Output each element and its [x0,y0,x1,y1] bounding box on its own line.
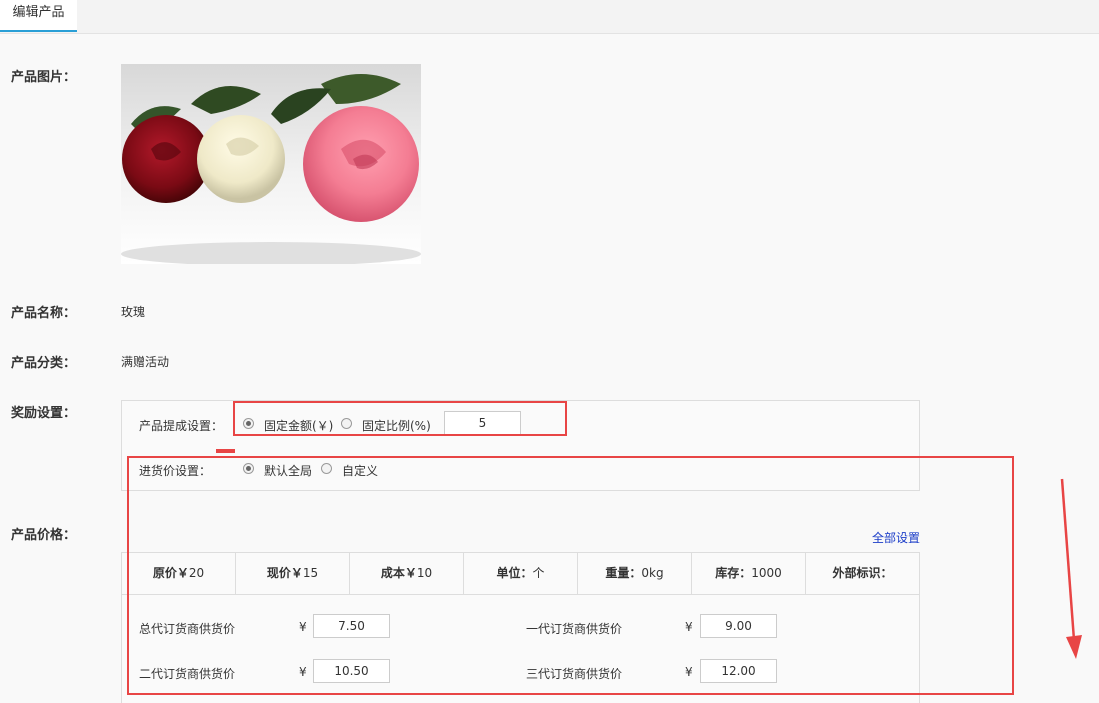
annotation-dash [216,449,235,453]
product-price-label: 产品价格： [11,528,77,543]
product-category-label: 产品分类： [11,356,77,371]
reward-settings-label: 奖励设置： [11,406,77,421]
tab-bar: 编辑产品 [0,0,1099,34]
product-category-value: 满赠活动 [121,355,170,369]
annotation-arrow-down-icon [1060,478,1082,659]
product-name-label: 产品名称： [11,306,77,321]
product-name-value: 玫瑰 [121,305,146,319]
rose-photo [121,64,421,264]
tab-edit-product[interactable]: 编辑产品 [0,0,77,32]
annotation-price-box [127,456,1014,695]
product-image-label: 产品图片： [11,70,77,85]
annotation-commission-box [233,401,567,436]
product-image[interactable] [121,64,421,264]
commission-setting-label: 产品提成设置： [139,419,224,433]
